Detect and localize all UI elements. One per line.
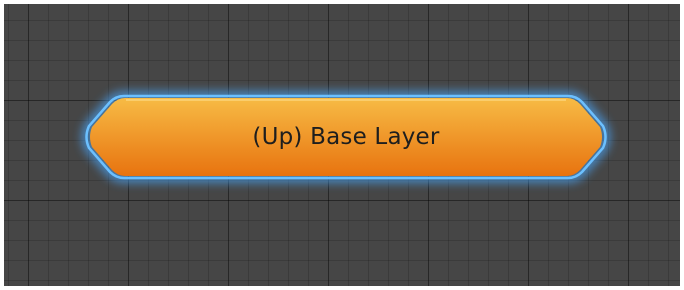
state-node-up-base-layer[interactable]: (Up) Base Layer [82,86,610,188]
animator-graph-canvas[interactable]: (Up) Base Layer [4,4,680,286]
state-node-body [90,98,602,176]
state-node-shape [82,92,610,182]
